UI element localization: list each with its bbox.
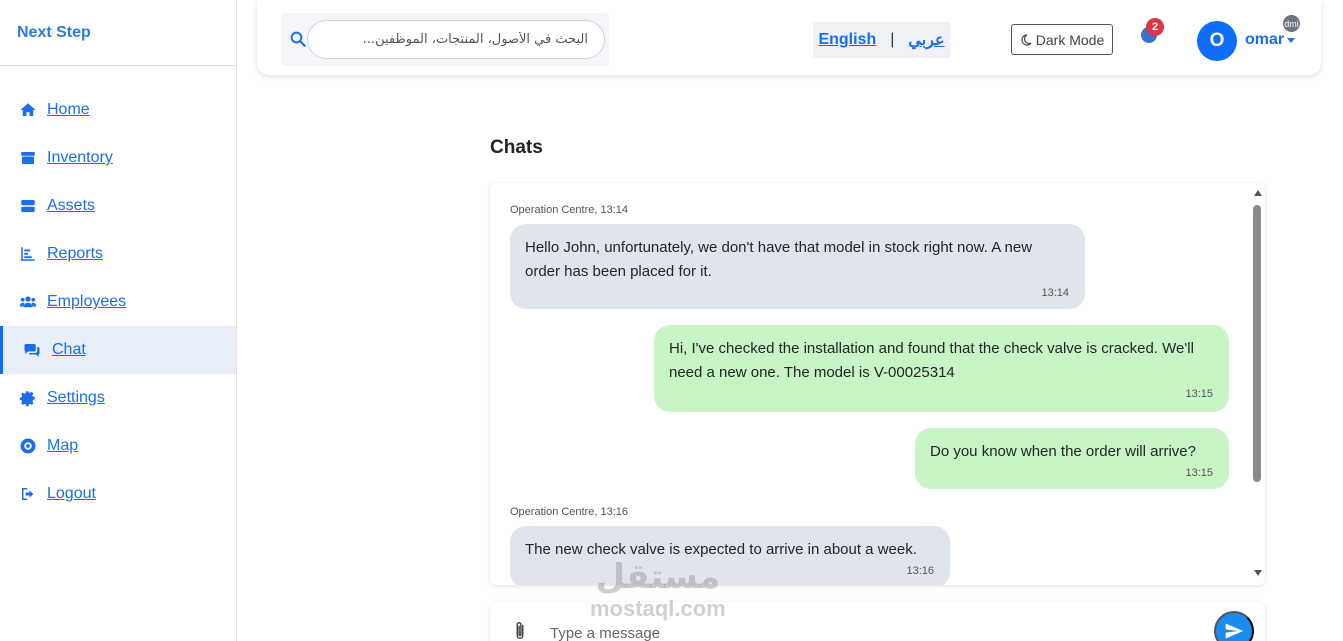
sidebar-item-logout[interactable]: Logout bbox=[0, 470, 236, 518]
sidebar-item-label: Employees bbox=[47, 293, 127, 310]
sidebar-nav: Home Inventory Assets Reports Employees … bbox=[0, 66, 236, 518]
brand-name: Next Step bbox=[17, 23, 91, 41]
message-time: 13:15 bbox=[1185, 467, 1213, 479]
sidebar-item-label: Reports bbox=[47, 245, 104, 262]
search-input[interactable] bbox=[307, 20, 605, 59]
sidebar-item-map[interactable]: Map bbox=[0, 422, 236, 470]
scrollbar-thumb[interactable] bbox=[1253, 205, 1261, 482]
notification-badge: 2 bbox=[1146, 18, 1164, 36]
paperclip-icon[interactable] bbox=[512, 620, 528, 641]
users-icon bbox=[18, 292, 38, 312]
sidebar-item-settings[interactable]: Settings bbox=[0, 374, 236, 422]
sidebar-item-inventory[interactable]: Inventory bbox=[0, 134, 236, 182]
scrollbar[interactable] bbox=[1250, 183, 1265, 585]
sidebar-item-home[interactable]: Home bbox=[0, 86, 236, 134]
sidebar-item-label: Chat bbox=[52, 341, 86, 358]
message-time: 13:15 bbox=[1185, 388, 1213, 400]
lang-separator: | bbox=[890, 31, 895, 48]
user-name[interactable]: omar bbox=[1245, 31, 1284, 49]
lang-arabic-link[interactable]: عربي bbox=[908, 30, 944, 50]
sidebar-item-reports[interactable]: Reports bbox=[0, 230, 236, 278]
app-root: Next Step Home Inventory Assets Reports … bbox=[0, 0, 1343, 641]
search-icon[interactable] bbox=[289, 30, 307, 48]
moon-icon bbox=[1021, 33, 1032, 46]
message-bubble-incoming: Hello John, unfortunately, we don't have… bbox=[510, 224, 1085, 309]
send-icon bbox=[1225, 623, 1244, 639]
chevron-down-icon[interactable] bbox=[1287, 38, 1295, 43]
message-list: Operation Centre, 13:14 Hello John, unfo… bbox=[490, 183, 1250, 585]
comments-icon bbox=[22, 340, 42, 360]
message-time: 13:14 bbox=[1041, 287, 1069, 299]
sidebar-item-label: Map bbox=[47, 437, 79, 454]
server-icon bbox=[18, 196, 38, 216]
brand[interactable]: Next Step bbox=[0, 0, 236, 66]
lang-english-link[interactable]: English bbox=[818, 31, 876, 49]
sidebar-item-label: Inventory bbox=[47, 149, 113, 166]
avatar[interactable]: O bbox=[1197, 21, 1237, 61]
message-bubble-outgoing: Do you know when the order will arrive? … bbox=[915, 428, 1229, 489]
message-text: Do you know when the order will arrive? bbox=[930, 443, 1196, 460]
page-title: Chats bbox=[490, 137, 543, 158]
dark-mode-button[interactable]: Dark Mode bbox=[1011, 24, 1113, 55]
scroll-down-arrow[interactable] bbox=[1254, 570, 1262, 576]
message-bubble-incoming: The new check valve is expected to arriv… bbox=[510, 526, 950, 585]
home-icon bbox=[18, 100, 38, 120]
message-text: Hello John, unfortunately, we don't have… bbox=[525, 239, 1033, 280]
box-icon bbox=[18, 148, 38, 168]
scroll-up-arrow[interactable] bbox=[1254, 190, 1262, 196]
message-text: The new check valve is expected to arriv… bbox=[525, 541, 917, 558]
top-bar: English | عربي Dark Mode 2 O omar dmi bbox=[257, 0, 1321, 75]
message-input[interactable] bbox=[550, 622, 1190, 641]
logout-icon bbox=[18, 484, 38, 504]
language-switcher: English | عربي bbox=[813, 22, 950, 58]
sidebar-item-label: Logout bbox=[47, 485, 96, 502]
message-bubble-outgoing: Hi, I've checked the installation and fo… bbox=[654, 325, 1229, 412]
sidebar-item-label: Assets bbox=[47, 197, 96, 214]
message-composer bbox=[490, 602, 1265, 641]
message-sender: Operation Centre, 13:14 bbox=[510, 204, 629, 216]
chart-icon bbox=[18, 244, 38, 264]
sidebar: Next Step Home Inventory Assets Reports … bbox=[0, 0, 237, 641]
search-bar bbox=[281, 13, 609, 66]
message-time: 13:16 bbox=[906, 565, 934, 577]
send-button[interactable] bbox=[1214, 611, 1254, 641]
chat-messages-panel: Operation Centre, 13:14 Hello John, unfo… bbox=[490, 183, 1265, 585]
message-text: Hi, I've checked the installation and fo… bbox=[669, 340, 1194, 381]
sidebar-item-assets[interactable]: Assets bbox=[0, 182, 236, 230]
message-sender: Operation Centre, 13:16 bbox=[510, 506, 629, 518]
lifebuoy-icon bbox=[18, 436, 38, 456]
sidebar-item-label: Settings bbox=[47, 389, 105, 406]
gear-icon bbox=[18, 388, 38, 408]
sidebar-item-label: Home bbox=[47, 101, 90, 118]
dark-mode-label: Dark Mode bbox=[1035, 31, 1105, 48]
sidebar-item-chat[interactable]: Chat bbox=[0, 326, 236, 374]
admin-badge: dmi bbox=[1283, 15, 1300, 32]
sidebar-item-employees[interactable]: Employees bbox=[0, 278, 236, 326]
